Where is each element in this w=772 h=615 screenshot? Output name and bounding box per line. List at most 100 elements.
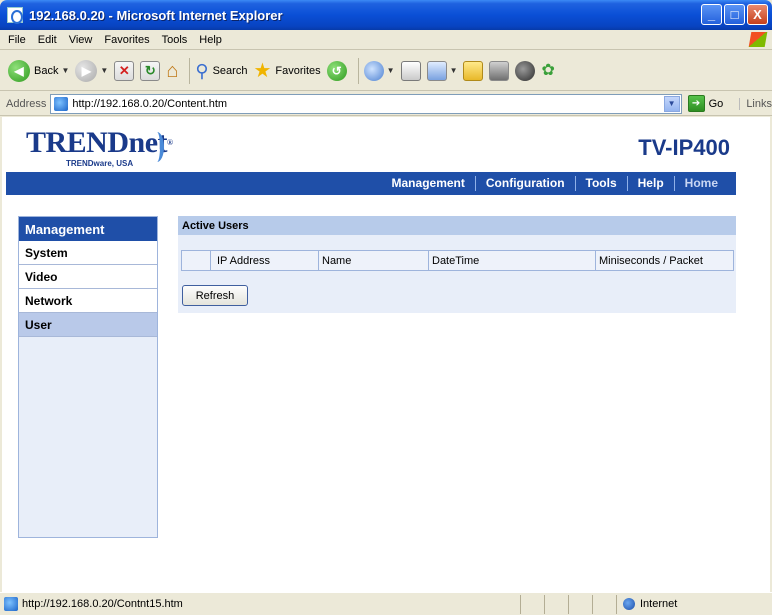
print-icon (400, 60, 421, 81)
research-icon (489, 60, 510, 81)
close-icon: X (753, 7, 762, 22)
nav-tools[interactable]: Tools (574, 176, 627, 191)
column-header-name: Name (318, 251, 428, 270)
brand-name: TRENDnet (26, 126, 168, 159)
address-input[interactable]: http://192.168.0.20/Content.htm ▼ (50, 93, 682, 114)
go-button[interactable]: ➔ Go (687, 95, 724, 112)
minimize-button[interactable]: _ (701, 4, 722, 25)
go-label: Go (708, 97, 724, 110)
address-label: Address (6, 97, 47, 110)
messenger-button[interactable]: ✿ (541, 61, 555, 79)
search-button[interactable]: ⚲ Search (195, 62, 247, 80)
back-label: Back (34, 64, 59, 77)
media-icon (515, 60, 536, 81)
status-bar: http://192.168.0.20/Contnt15.htm Interne… (0, 592, 772, 615)
print-button[interactable] (400, 60, 421, 81)
links-button[interactable]: Links (739, 97, 772, 110)
trendnet-logo: TRENDnet® TRENDware, USA (26, 126, 173, 169)
favorites-button[interactable]: ★ Favorites (253, 61, 320, 81)
model-title: TV-IP400 (638, 135, 730, 160)
forward-arrow-icon: ▶ (75, 59, 98, 82)
users-table-header: IP Address Name DateTime Miniseconds / P… (181, 250, 734, 271)
edit-dropdown-icon[interactable]: ▼ (450, 66, 458, 75)
folder-button[interactable] (463, 60, 484, 81)
nav-management[interactable]: Management (382, 176, 475, 191)
menu-view[interactable]: View (69, 34, 93, 46)
sidebar-heading: Management (19, 217, 157, 241)
sidebar-item-video[interactable]: Video (19, 265, 157, 289)
page-icon (54, 96, 69, 111)
toolbar: ◀ Back ▼ ▶ ▼ ✕ ↻ ⌂ ⚲ Search ★ Favorites … (0, 51, 772, 91)
column-header-select (182, 251, 210, 270)
status-cell (592, 594, 616, 614)
stop-button[interactable]: ✕ (114, 60, 135, 81)
refresh-button[interactable]: Refresh (182, 285, 248, 306)
mail-button[interactable]: ▼ (363, 60, 395, 81)
ie-icon (7, 7, 23, 24)
active-users-panel: Active Users IP Address Name DateTime Mi… (178, 216, 736, 313)
window-titlebar[interactable]: 192.168.0.20 - Microsoft Internet Explor… (0, 0, 772, 30)
menu-tools[interactable]: Tools (162, 34, 188, 46)
refresh-page-button[interactable]: ↻ (140, 60, 161, 81)
back-dropdown-icon[interactable]: ▼ (61, 66, 69, 75)
sidebar-item-network[interactable]: Network (19, 289, 157, 313)
internet-globe-icon (623, 598, 635, 610)
windows-logo-icon (748, 32, 768, 47)
mail-icon (363, 60, 384, 81)
edit-button[interactable]: ▼ (426, 60, 458, 81)
menu-favorites[interactable]: Favorites (104, 34, 149, 46)
back-button[interactable]: ◀ Back ▼ (8, 59, 69, 82)
close-button[interactable]: X (747, 4, 768, 25)
maximize-button[interactable]: □ (724, 4, 745, 25)
history-icon: ↺ (326, 60, 347, 81)
research-button[interactable] (489, 60, 510, 81)
address-bar: Address http://192.168.0.20/Content.htm … (0, 92, 772, 116)
zone-label: Internet (640, 598, 678, 610)
messenger-app-button[interactable] (515, 60, 536, 81)
address-dropdown-icon[interactable]: ▼ (663, 95, 680, 112)
home-button[interactable]: ⌂ (166, 61, 178, 81)
stop-icon: ✕ (114, 60, 135, 81)
go-arrow-icon: ➔ (687, 95, 705, 112)
menu-edit[interactable]: Edit (38, 34, 57, 46)
forward-button[interactable]: ▶ ▼ (75, 59, 108, 82)
window-controls: _ □ X (701, 4, 768, 25)
status-page-icon (4, 597, 18, 611)
panel-title: Active Users (178, 216, 736, 235)
sidebar: Management System Video Network User (18, 216, 158, 538)
favorites-label: Favorites (275, 64, 321, 77)
search-label: Search (212, 64, 248, 77)
nav-configuration[interactable]: Configuration (474, 176, 575, 191)
refresh-icon: ↻ (140, 60, 161, 81)
address-url[interactable]: http://192.168.0.20/Content.htm (72, 98, 227, 110)
column-header-ms-packet: Miniseconds / Packet (595, 251, 733, 270)
window-title: 192.168.0.20 - Microsoft Internet Explor… (29, 7, 283, 23)
menu-file[interactable]: File (8, 34, 26, 46)
sidebar-item-system[interactable]: System (19, 241, 157, 265)
top-nav: Management Configuration Tools Help Home (6, 172, 736, 195)
security-zone: Internet (616, 594, 746, 614)
menu-bar: File Edit View Favorites Tools Help (0, 30, 772, 50)
messenger-icon: ✿ (541, 61, 555, 79)
column-header-datetime: DateTime (428, 251, 595, 270)
logo-swoosh-icon (150, 132, 164, 162)
status-cell (568, 594, 592, 614)
brand-registered-mark: ® (167, 138, 173, 147)
column-header-ip: IP Address (210, 251, 318, 270)
toolbar-separator (357, 57, 359, 84)
search-icon: ⚲ (195, 60, 209, 81)
forward-dropdown-icon[interactable]: ▼ (100, 66, 108, 75)
history-button[interactable]: ↺ (326, 60, 347, 81)
nav-help[interactable]: Help (626, 176, 674, 191)
status-cell (520, 594, 544, 614)
toolbar-separator (189, 57, 191, 84)
nav-home[interactable]: Home (673, 176, 728, 191)
status-cell (544, 594, 568, 614)
edit-icon (426, 60, 447, 81)
menu-help[interactable]: Help (199, 34, 222, 46)
mail-dropdown-icon[interactable]: ▼ (387, 66, 395, 75)
sidebar-item-user[interactable]: User (19, 313, 157, 337)
home-icon: ⌂ (166, 59, 179, 82)
back-arrow-icon: ◀ (8, 59, 30, 82)
favorites-star-icon: ★ (253, 59, 272, 82)
